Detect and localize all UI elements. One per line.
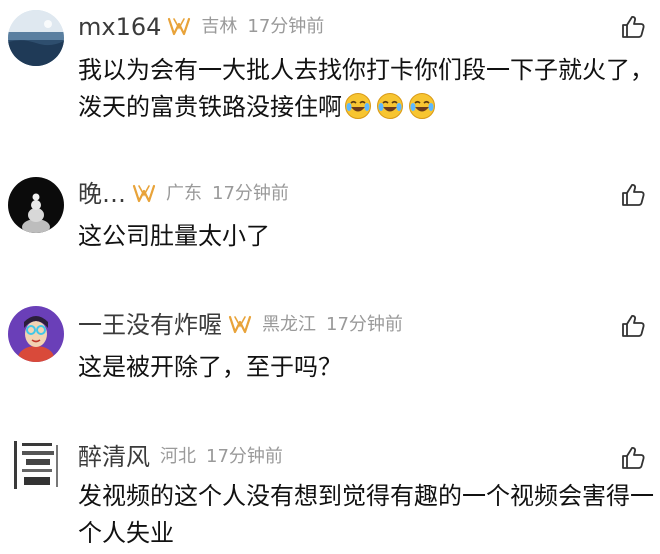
comment-text: 发视频的这个人没有想到觉得有趣的一个视频会害得一个人失业 (78, 482, 654, 547)
comment-time: 17分钟前 (206, 446, 283, 467)
comment-item: 醉清风 河北 17分钟前 发视频的这个人没有想到觉得有趣的一个视频会害得一个人失… (0, 0, 660, 554)
username[interactable]: 醉清风 (78, 442, 150, 472)
avatar[interactable] (8, 437, 64, 493)
comment-list: mx164 吉林 17分钟前 我以为会有一大批人去找你打卡你们段一下子就火了，泼… (0, 0, 660, 554)
comment-location: 河北 (160, 446, 196, 467)
thumbs-up-icon[interactable] (620, 445, 646, 471)
